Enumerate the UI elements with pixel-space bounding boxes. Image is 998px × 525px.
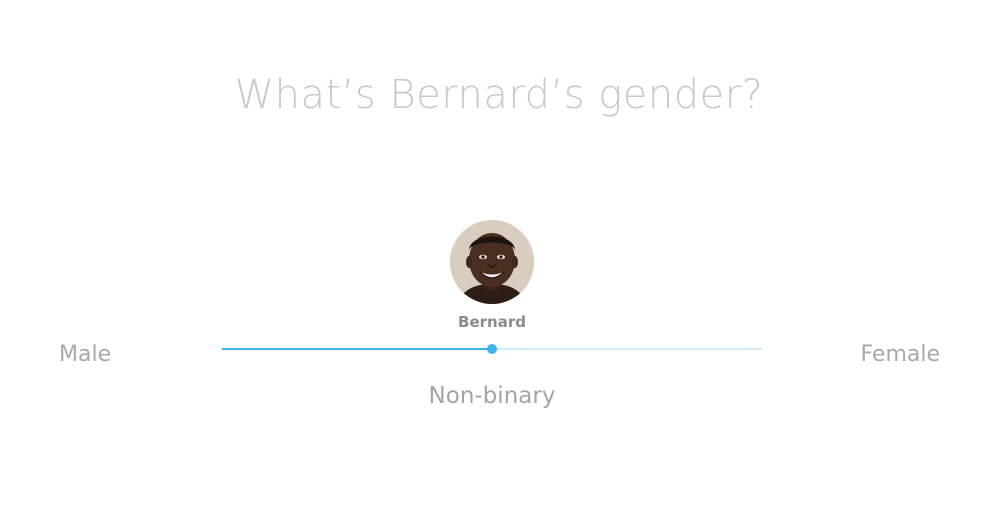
- slider-fill: [222, 348, 492, 350]
- avatar: [450, 220, 534, 304]
- question-title: What’s Bernard’s gender?: [234, 72, 764, 118]
- slider-value-label: Non-binary: [428, 383, 556, 409]
- person-name: Bernard: [458, 313, 526, 331]
- slider-max-label: Female: [860, 342, 940, 367]
- gender-slider[interactable]: [222, 339, 762, 359]
- slider-min-label: Male: [59, 342, 112, 367]
- slider-thumb[interactable]: [487, 344, 497, 354]
- person-photo-icon: [450, 220, 534, 304]
